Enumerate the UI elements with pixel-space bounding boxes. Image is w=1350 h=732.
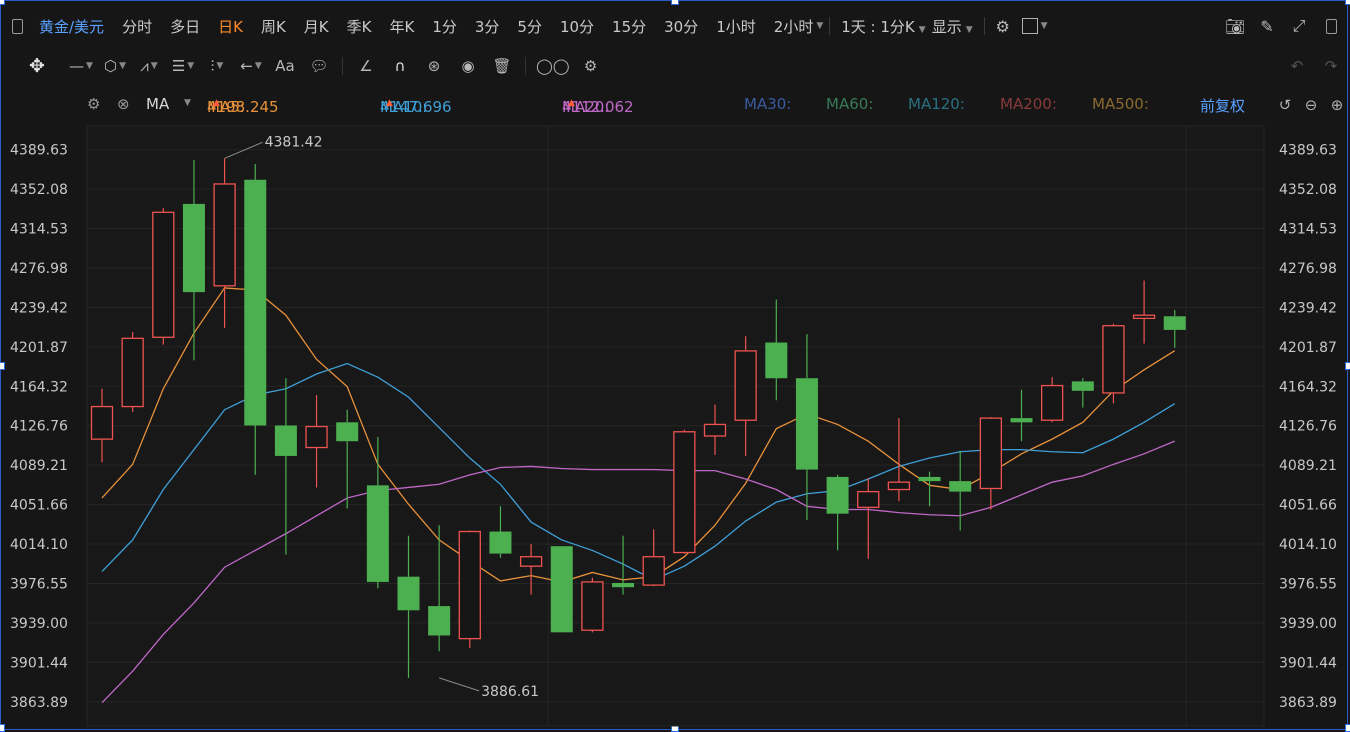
candle-body-down	[1163, 316, 1186, 330]
low-price-label: 3886.61	[481, 684, 539, 700]
candle	[673, 429, 696, 554]
candle-body-up	[979, 417, 1002, 490]
candle-body-up	[1132, 314, 1156, 320]
candle-body-up	[887, 481, 911, 491]
kline-chart[interactable]: 4389.63 4389.63 4352.08 4352.08 4314.53 4314.…	[0, 0, 1350, 732]
y-tick-label-left: 4352.08	[10, 182, 68, 198]
candle	[458, 530, 481, 649]
candle-body-down	[397, 576, 420, 611]
y-tick-label-right: 3976.55	[1279, 576, 1337, 592]
candle	[121, 332, 144, 412]
y-tick-label-left: 4089.21	[10, 458, 68, 474]
candle-body-down	[826, 476, 849, 514]
candle	[1102, 323, 1125, 404]
candle-body-up	[458, 530, 481, 640]
y-tick-label-left: 4389.63	[10, 143, 68, 159]
candle-body-down	[765, 342, 788, 379]
y-tick-label-left: 4239.42	[10, 300, 68, 316]
high-price-label: 4381.42	[265, 134, 323, 150]
candle-body-down	[1071, 381, 1094, 391]
candle-body-down	[244, 179, 267, 426]
candle-body-up	[703, 423, 727, 437]
candle-body-up	[90, 405, 114, 440]
y-tick-label-left: 4276.98	[10, 261, 68, 277]
candle-body-down	[612, 582, 635, 588]
candle	[152, 208, 175, 345]
y-tick-label-left: 4014.10	[10, 537, 68, 553]
candle-body-up	[673, 431, 696, 554]
candle-body-down	[949, 481, 972, 492]
y-tick-label-left: 4126.76	[10, 419, 68, 435]
y-tick-label-left: 4201.87	[10, 340, 68, 356]
candle-body-up	[121, 337, 144, 408]
y-tick-label-left: 3901.44	[10, 655, 68, 671]
candle-body-up	[213, 183, 236, 287]
y-tick-label-left: 4314.53	[10, 222, 68, 238]
y-tick-label-left: 4164.32	[10, 379, 68, 395]
candle-body-up	[581, 581, 604, 631]
y-tick-label-right: 4014.10	[1279, 537, 1337, 553]
candle-body-up	[1041, 384, 1064, 421]
candle-body-up	[152, 211, 175, 338]
y-tick-label-right: 4389.63	[1279, 143, 1337, 159]
y-tick-label-right: 4276.98	[1279, 261, 1337, 277]
candle	[581, 577, 604, 633]
candle-body-down	[428, 606, 451, 636]
y-tick-label-right: 3863.89	[1279, 695, 1337, 711]
y-tick-label-left: 4051.66	[10, 498, 68, 514]
candle-body-up	[642, 556, 665, 586]
candle-body-down	[336, 422, 359, 442]
y-tick-label-right: 4051.66	[1279, 498, 1337, 514]
candle-body-down	[918, 476, 941, 482]
candle-body-down	[489, 531, 512, 554]
candle-body-down	[795, 378, 818, 470]
y-tick-label-left: 3939.00	[10, 616, 68, 632]
candle	[550, 546, 573, 633]
y-tick-label-right: 4089.21	[1279, 458, 1337, 474]
y-tick-label-left: 3976.55	[10, 576, 68, 592]
candle-body-down	[182, 203, 205, 293]
candle-body-up	[305, 425, 328, 449]
y-tick-label-right: 4126.76	[1279, 419, 1337, 435]
y-tick-label-right: 4314.53	[1279, 222, 1337, 238]
y-tick-label-left: 3863.89	[10, 695, 68, 711]
candle-body-down	[1010, 418, 1033, 423]
y-tick-label-right: 3901.44	[1279, 655, 1337, 671]
candle-body-up	[519, 556, 543, 567]
y-tick-label-right: 4201.87	[1279, 340, 1337, 356]
candle-body-up	[1102, 325, 1125, 394]
candle-body-down	[550, 546, 573, 633]
y-tick-label-right: 3939.00	[1279, 616, 1337, 632]
y-tick-label-right: 4239.42	[1279, 300, 1337, 316]
y-tick-label-right: 4352.08	[1279, 182, 1337, 198]
candle-body-down	[274, 425, 297, 456]
y-tick-label-right: 4164.32	[1279, 379, 1337, 395]
candle-body-up	[734, 350, 757, 421]
candle-body-up	[857, 490, 880, 509]
candle-body-down	[366, 485, 389, 582]
